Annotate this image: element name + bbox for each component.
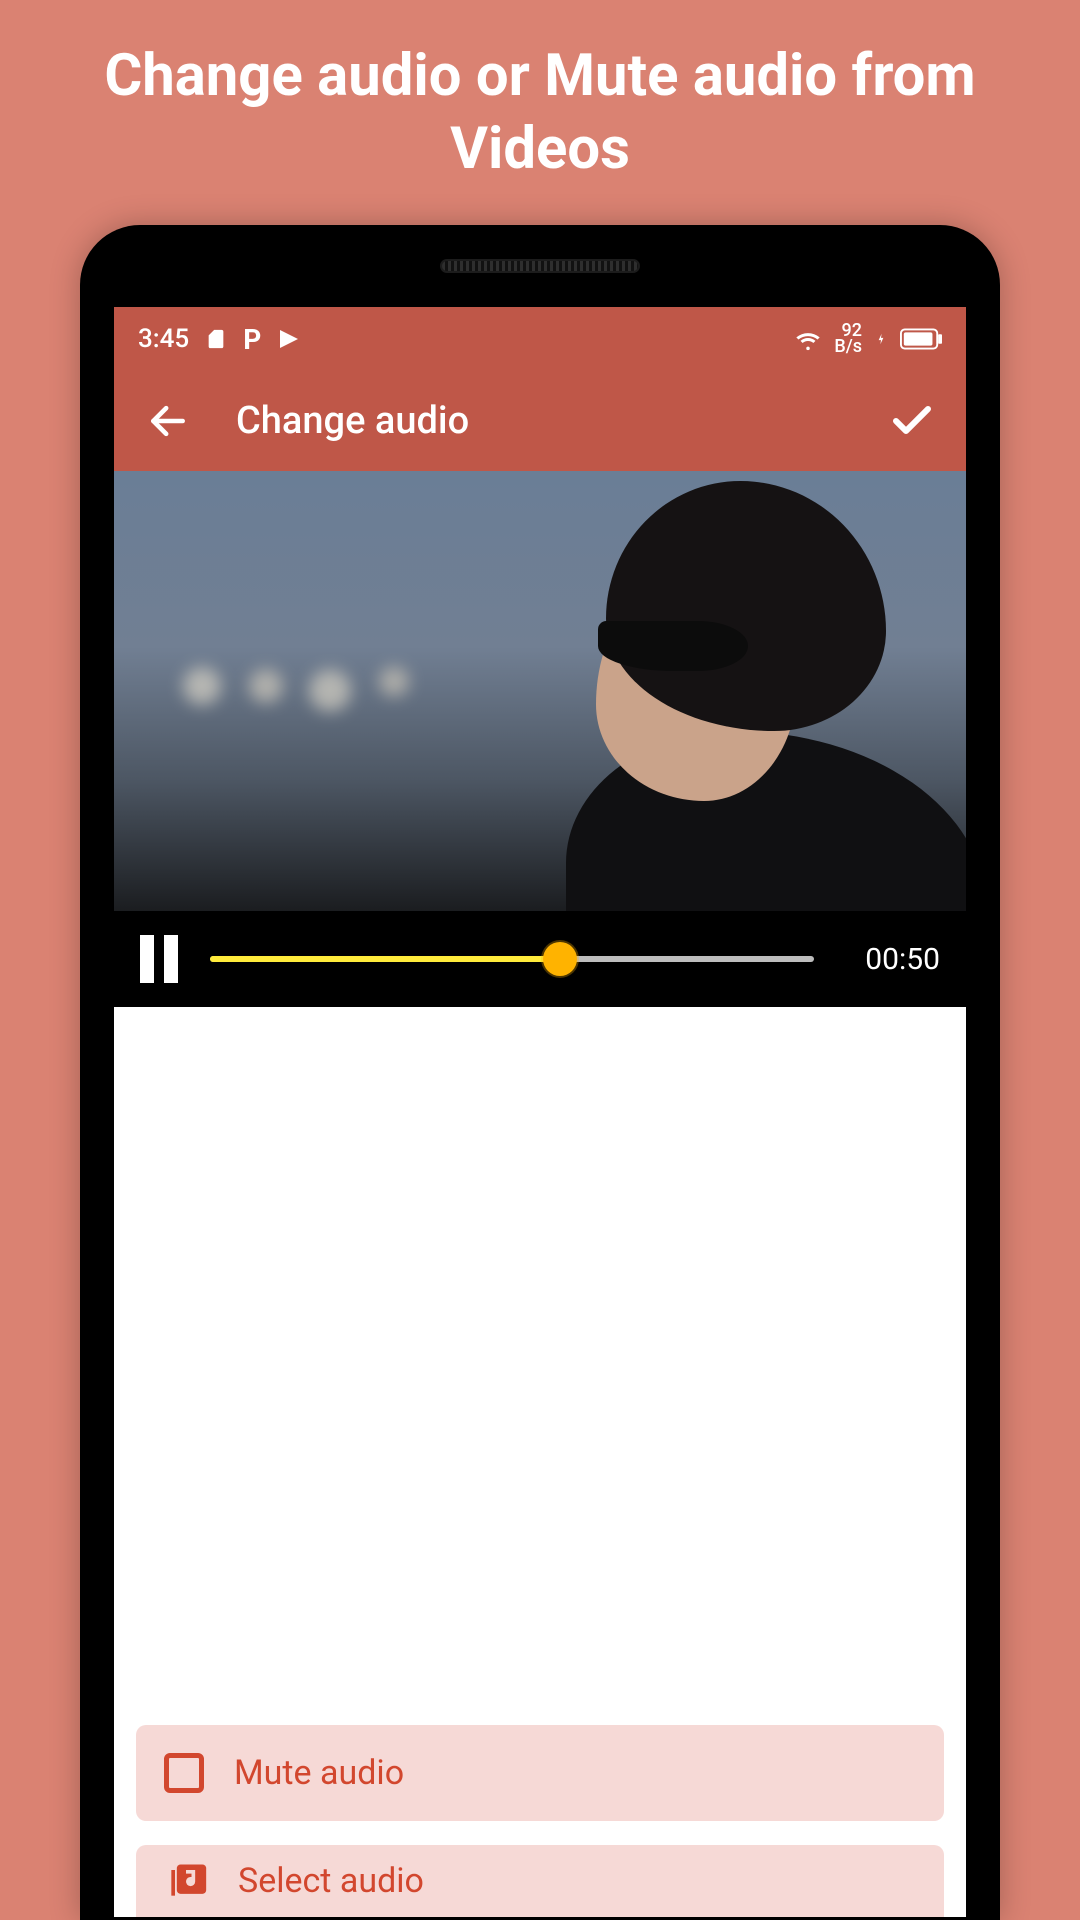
video-preview[interactable] (114, 471, 966, 911)
phone-frame: 3:45 P 92 B/s (80, 225, 1000, 1920)
seek-thumb[interactable] (543, 942, 577, 976)
sd-card-icon (205, 328, 227, 350)
promo-page: Change audio or Mute audio from Videos 3… (0, 0, 1080, 1920)
check-icon (888, 397, 936, 445)
pause-button[interactable] (140, 935, 184, 983)
select-audio-label: Select audio (238, 1861, 424, 1901)
confirm-button[interactable] (884, 393, 940, 449)
phone-speaker (440, 259, 640, 273)
appbar-title: Change audio (236, 399, 884, 443)
phone-screen: 3:45 P 92 B/s (114, 307, 966, 1920)
video-area: 00:50 (114, 471, 966, 1007)
back-button[interactable] (140, 393, 196, 449)
seek-bar[interactable] (210, 956, 814, 962)
status-bar: 3:45 P 92 B/s (114, 307, 966, 371)
wifi-icon (794, 325, 822, 353)
network-rate-unit: B/s (834, 336, 862, 357)
pause-icon (164, 935, 178, 983)
status-time: 3:45 (138, 324, 189, 354)
video-bokeh (154, 641, 474, 731)
video-subject (566, 481, 886, 911)
checkbox-unchecked-icon (164, 1753, 204, 1793)
pause-icon (140, 935, 154, 983)
arrow-left-icon (146, 399, 190, 443)
mute-audio-label: Mute audio (234, 1753, 404, 1793)
play-store-icon (277, 327, 301, 351)
promo-headline: Change audio or Mute audio from Videos (0, 40, 1080, 185)
player-controls: 00:50 (114, 911, 966, 1007)
network-rate: 92 B/s (834, 323, 862, 355)
seek-fill (210, 956, 560, 962)
battery-icon (900, 328, 942, 350)
music-library-icon (164, 1859, 208, 1903)
app-bar: Change audio (114, 371, 966, 471)
charging-icon (874, 328, 888, 350)
p-icon: P (243, 323, 261, 356)
mute-audio-option[interactable]: Mute audio (136, 1725, 944, 1821)
status-right: 92 B/s (794, 323, 942, 355)
duration-label: 00:50 (840, 942, 940, 977)
option-list: Mute audio Select audio (136, 1725, 944, 1917)
status-left: 3:45 P (138, 323, 301, 356)
select-audio-option[interactable]: Select audio (136, 1845, 944, 1917)
options-panel: Mute audio Select audio (114, 1007, 966, 1917)
